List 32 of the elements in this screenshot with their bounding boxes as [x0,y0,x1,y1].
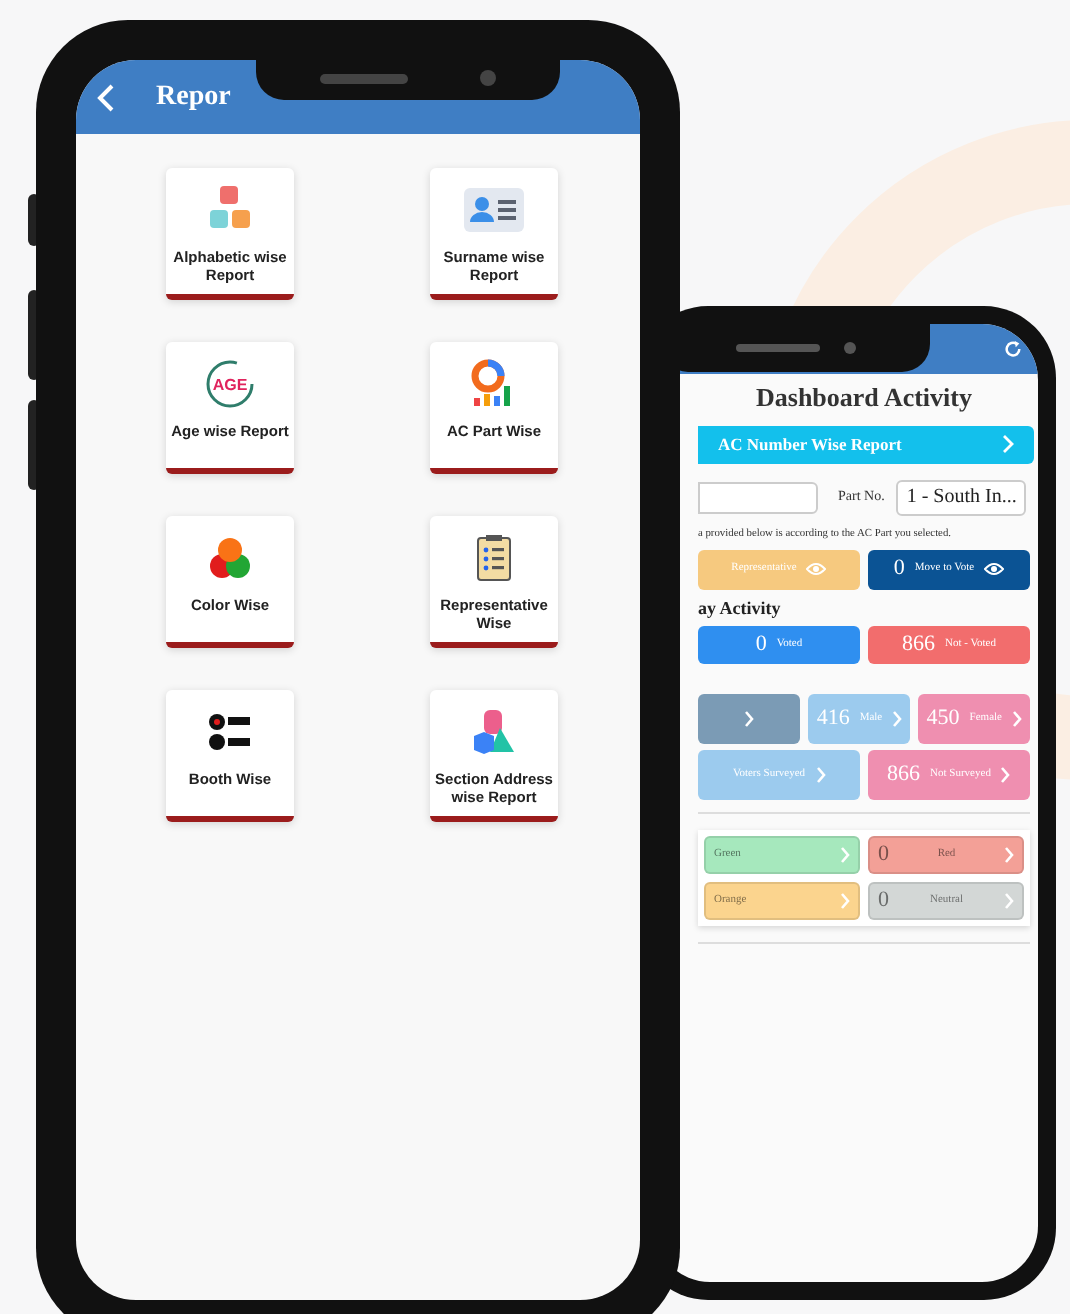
chevron-right-icon [815,766,826,785]
shapes-icon [472,708,516,756]
chevron-right-icon [1004,846,1014,865]
camera [480,70,496,86]
chevron-right-icon [1000,766,1011,785]
speaker [735,343,819,351]
age-label: AGE [212,376,248,394]
checklist-clipboard-icon [476,534,512,582]
back-icon[interactable] [96,83,116,111]
chevron-right-icon [744,710,755,729]
eye-icon [806,562,827,577]
list-bullets-icon [208,712,252,752]
screen-title: Repor [156,80,231,116]
color-circles-icon [208,536,252,580]
refresh-icon[interactable] [1004,340,1022,358]
letter-blocks-icon [208,186,252,234]
chevron-right-icon [840,892,850,911]
chevron-right-icon [1004,892,1014,911]
input-field[interactable] [698,481,818,513]
camera [843,341,855,353]
eye-icon [984,562,1005,577]
dashboard-title: Dashboard Activity [754,380,974,416]
chevron-right-icon [1012,710,1022,729]
id-card-icon [464,188,524,232]
speaker [320,73,408,83]
report-link-button[interactable]: AC Number Wise Report [698,425,1034,463]
chevron-right-icon [1002,434,1014,454]
chevron-right-icon [892,710,903,729]
section-heading: ay Activity [698,595,783,622]
stat-button[interactable] [698,694,801,745]
part-dropdown[interactable]: 1 - South In... [896,479,1027,515]
chevron-right-icon [840,846,850,865]
